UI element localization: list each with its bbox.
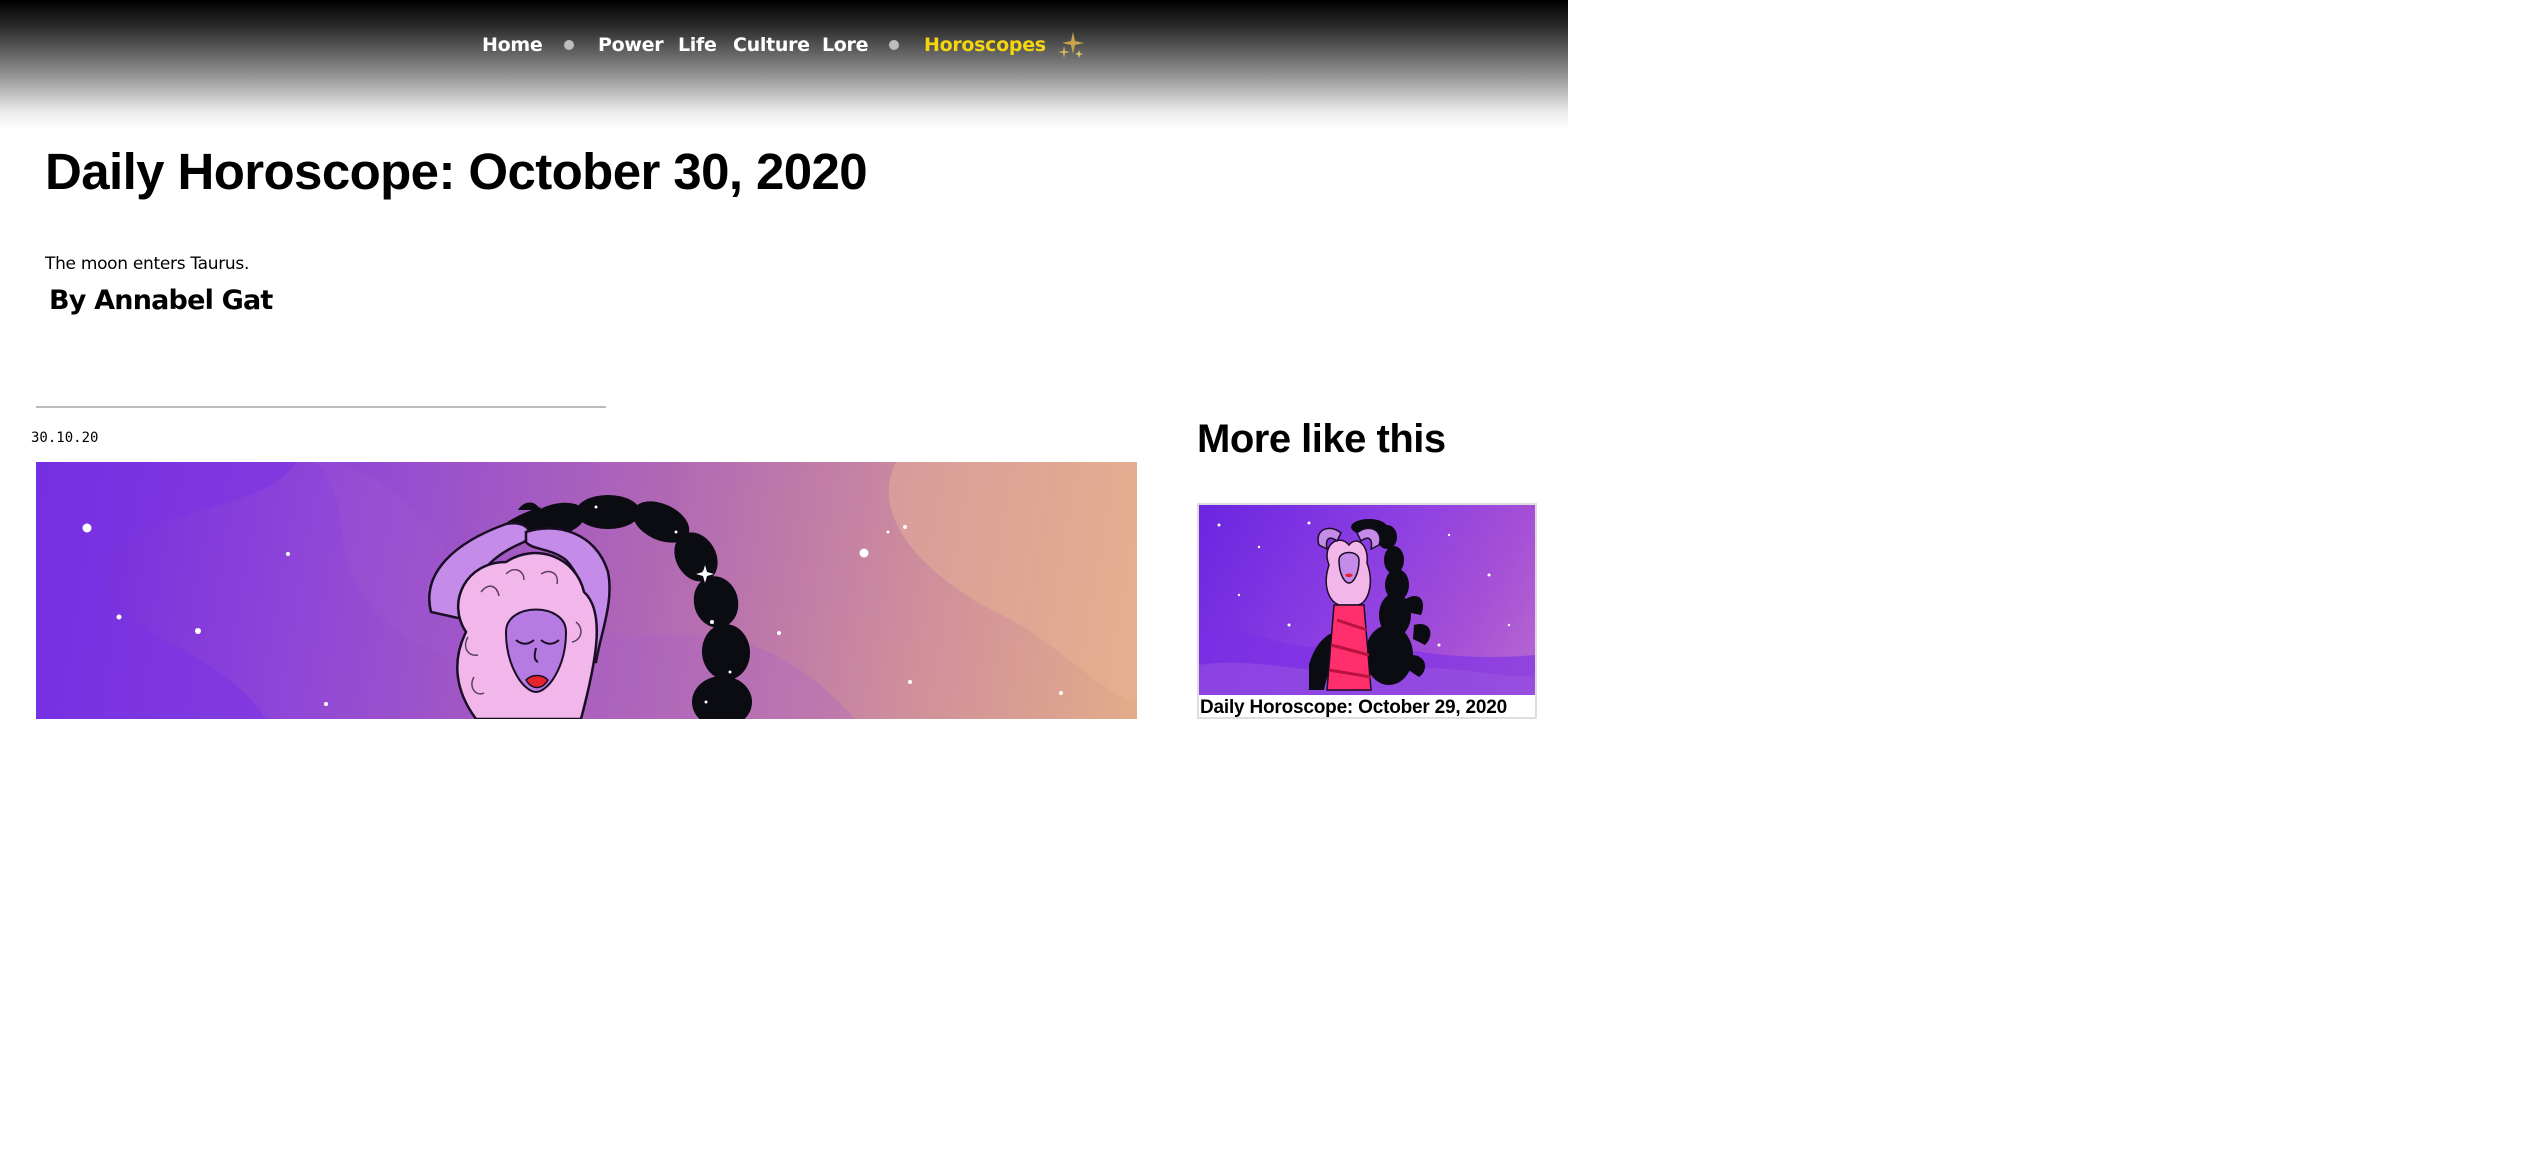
article-dek: The moon enters Taurus. [45,254,250,274]
nav-home-link[interactable]: Home [482,30,543,60]
publish-date: 30.10.20 [31,430,99,446]
main-nav: Home Power Life Culture Lore Horoscopes [0,30,1568,60]
nav-horoscopes-link[interactable]: Horoscopes [924,30,1046,60]
nav-separator-dot [889,40,899,50]
sparkles-icon[interactable] [1057,30,1085,60]
top-navigation-bar: Home Power Life Culture Lore Horoscopes [0,0,1568,130]
related-article-card[interactable]: Daily Horoscope: October 29, 2020 [1197,503,1537,719]
related-article-title: Daily Horoscope: October 29, 2020 [1200,697,1508,718]
page-title: Daily Horoscope: October 30, 2020 [45,143,868,200]
related-article-thumbnail [1199,505,1535,695]
author-byline[interactable]: By Annabel Gat [49,283,273,319]
nav-culture-link[interactable]: Culture [733,30,810,60]
more-like-this-heading: More like this [1197,417,1446,461]
nav-life-link[interactable]: Life [678,30,717,60]
divider [36,406,606,408]
nav-separator-dot [564,40,574,50]
hero-illustration [36,462,1137,719]
nav-lore-link[interactable]: Lore [822,30,869,60]
nav-power-link[interactable]: Power [598,30,664,60]
page: Home Power Life Culture Lore Horoscopes … [0,0,1568,719]
